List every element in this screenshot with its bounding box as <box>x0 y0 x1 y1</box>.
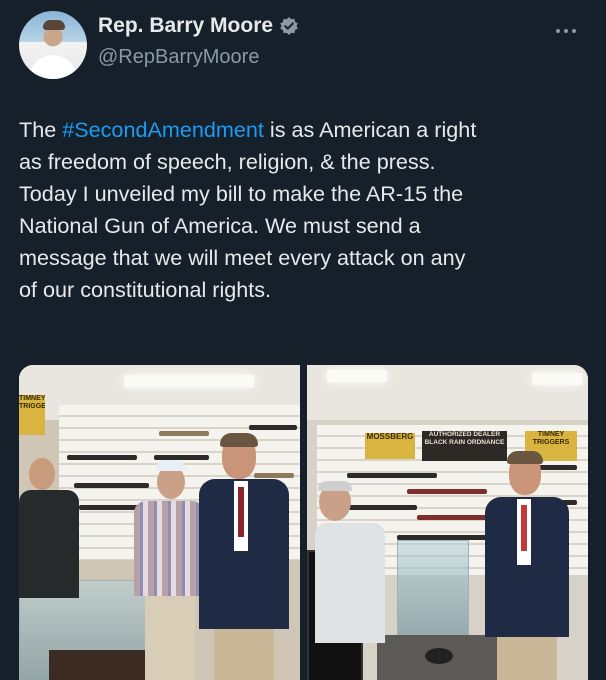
more-options-icon[interactable] <box>556 26 586 36</box>
older-man-person <box>315 481 395 680</box>
tweet-line-3: Today I unveiled my bill to make the AR-… <box>19 181 464 206</box>
tweet-line-6: of our constitutional rights. <box>19 277 272 302</box>
timney-sign: TIMNEY TRIGGERS <box>19 395 45 435</box>
tweet-text-suffix: is as American a right <box>263 117 477 142</box>
tweet-line-2: as freedom of speech, religion, & the pr… <box>19 149 436 174</box>
rifle <box>347 473 437 478</box>
congressman-person <box>477 451 577 680</box>
tweet-line-1: The #SecondAmendment is as American a ri… <box>19 114 591 146</box>
author-name-row[interactable]: Rep. Barry Moore <box>98 14 299 38</box>
author-handle[interactable]: @RepBarryMoore <box>98 46 259 69</box>
avatar-shirt <box>29 55 77 79</box>
display-case <box>397 540 469 642</box>
rifle <box>407 489 487 494</box>
ceiling-light <box>532 373 582 385</box>
clerk-person <box>19 458 79 598</box>
tweet-text-prefix: The <box>19 117 63 142</box>
congressman-person <box>194 433 294 680</box>
computer-mouse <box>425 648 453 664</box>
ceiling-light <box>327 370 387 382</box>
mossberg-sign: MOSSBERG <box>365 433 415 459</box>
avatar-hair <box>43 20 65 30</box>
tweet-photo-right[interactable]: MOSSBERG AUTHORIZED DEALER BLACK RAIN OR… <box>307 365 588 680</box>
ceiling-light <box>124 375 254 387</box>
tweet-line-4: National Gun of America. We must send a <box>19 213 421 238</box>
tweet-photo-left[interactable]: TIMNEY TRIGGERS <box>19 365 300 680</box>
tweet-line-5: message that we will meet every attack o… <box>19 245 466 270</box>
avatar[interactable] <box>19 11 87 79</box>
hashtag-link[interactable]: #SecondAmendment <box>62 117 264 142</box>
display-name[interactable]: Rep. Barry Moore <box>98 14 273 38</box>
rifle <box>249 425 297 430</box>
tweet-text: The #SecondAmendment is as American a ri… <box>19 114 591 306</box>
verified-badge-icon <box>279 16 299 36</box>
